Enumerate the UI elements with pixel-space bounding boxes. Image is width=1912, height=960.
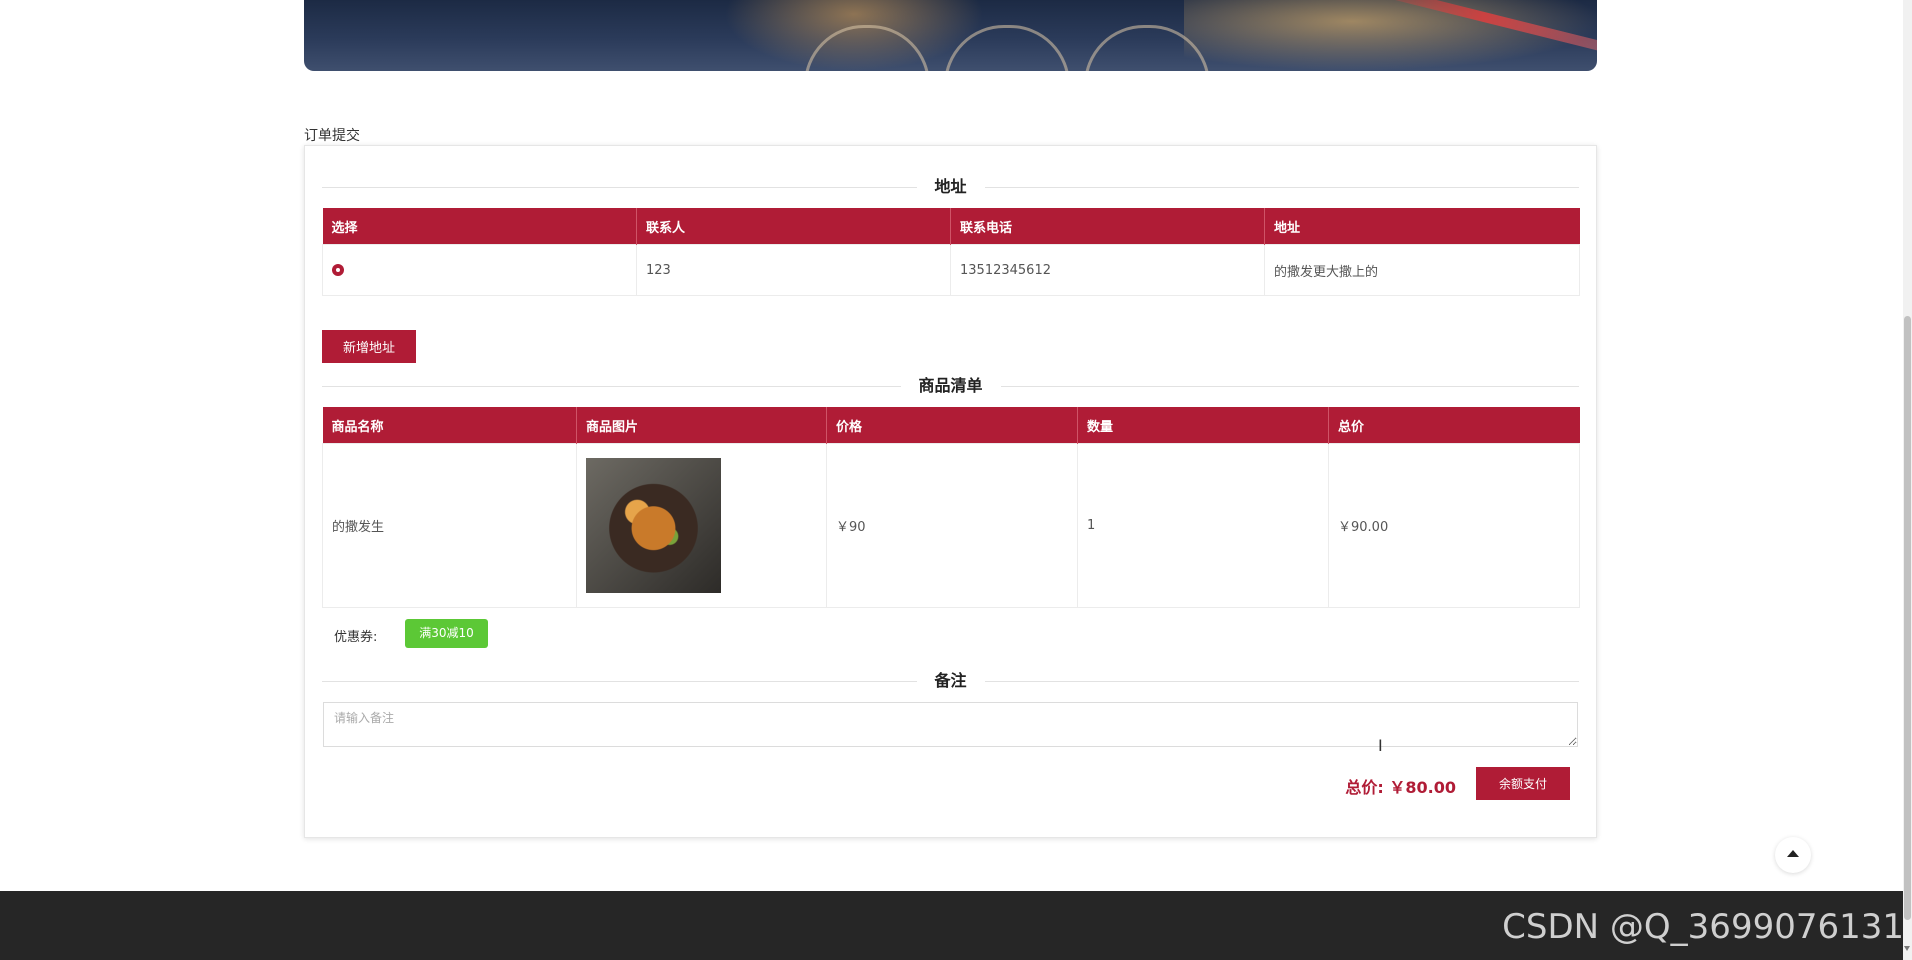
remark-input[interactable]: [323, 702, 1578, 747]
goods-table-header: 商品名称 商品图片 价格 数量 总价: [322, 407, 1580, 444]
header-contact: 联系人: [636, 208, 951, 245]
watermark: CSDN @Q_3699076131: [1502, 907, 1904, 947]
footer: CSDN @Q_3699076131: [0, 891, 1912, 960]
header-goods-image: 商品图片: [576, 407, 827, 444]
goods-image-cell: [576, 443, 827, 608]
header-total: 总价: [1328, 407, 1580, 444]
address-radio[interactable]: [332, 264, 344, 276]
coupon-tag[interactable]: 满30减10: [405, 619, 488, 648]
page-scrollbar[interactable]: [1903, 0, 1912, 960]
goods-total: ￥90.00: [1328, 443, 1580, 608]
goods-name: 的撒发生: [322, 443, 577, 608]
address-text: 的撒发更大撒上的: [1264, 244, 1580, 296]
arrow-up-icon[interactable]: [1775, 837, 1811, 873]
add-address-button[interactable]: 新增地址: [322, 330, 416, 363]
address-contact: 123: [636, 244, 951, 296]
total-price: 总价: ￥80.00: [1345, 778, 1456, 797]
scroll-down-icon[interactable]: [1904, 946, 1910, 951]
goods-row: 的撒发生 ￥90 1 ￥90.00: [322, 443, 1580, 608]
coupon-label: 优惠券:: [334, 630, 378, 645]
breadcrumb: 订单提交: [304, 128, 360, 144]
order-panel: 地址 选择 联系人 联系电话 地址 123 13512345612 的撒发更大撒…: [304, 145, 1597, 838]
address-table-header: 选择 联系人 联系电话 地址: [322, 208, 1580, 245]
remark-section-title: 备注: [916, 670, 985, 692]
header-price: 价格: [826, 407, 1078, 444]
goods-section-title: 商品清单: [900, 375, 1001, 397]
address-divider: 地址: [322, 176, 1579, 198]
balance-pay-button[interactable]: 余额支付: [1476, 767, 1570, 800]
banner-image: [304, 0, 1597, 71]
address-phone: 13512345612: [950, 244, 1265, 296]
header-address: 地址: [1264, 208, 1580, 245]
address-select-cell[interactable]: [322, 244, 637, 296]
text-cursor-icon: I: [1378, 736, 1383, 755]
header-select: 选择: [322, 208, 637, 245]
goods-divider: 商品清单: [322, 375, 1579, 397]
header-phone: 联系电话: [950, 208, 1265, 245]
address-row[interactable]: 123 13512345612 的撒发更大撒上的: [322, 244, 1580, 296]
goods-price: ￥90: [826, 443, 1078, 608]
header-quantity: 数量: [1077, 407, 1329, 444]
goods-quantity: 1: [1077, 443, 1329, 608]
address-section-title: 地址: [916, 176, 985, 198]
goods-table: 商品名称 商品图片 价格 数量 总价 的撒发生 ￥90 1 ￥90.00: [322, 407, 1580, 608]
scrollbar-thumb[interactable]: [1904, 316, 1911, 920]
address-table: 选择 联系人 联系电话 地址 123 13512345612 的撒发更大撒上的: [322, 208, 1580, 296]
remark-divider: 备注: [322, 670, 1579, 692]
header-goods-name: 商品名称: [322, 407, 577, 444]
food-dish-image: [586, 458, 721, 593]
